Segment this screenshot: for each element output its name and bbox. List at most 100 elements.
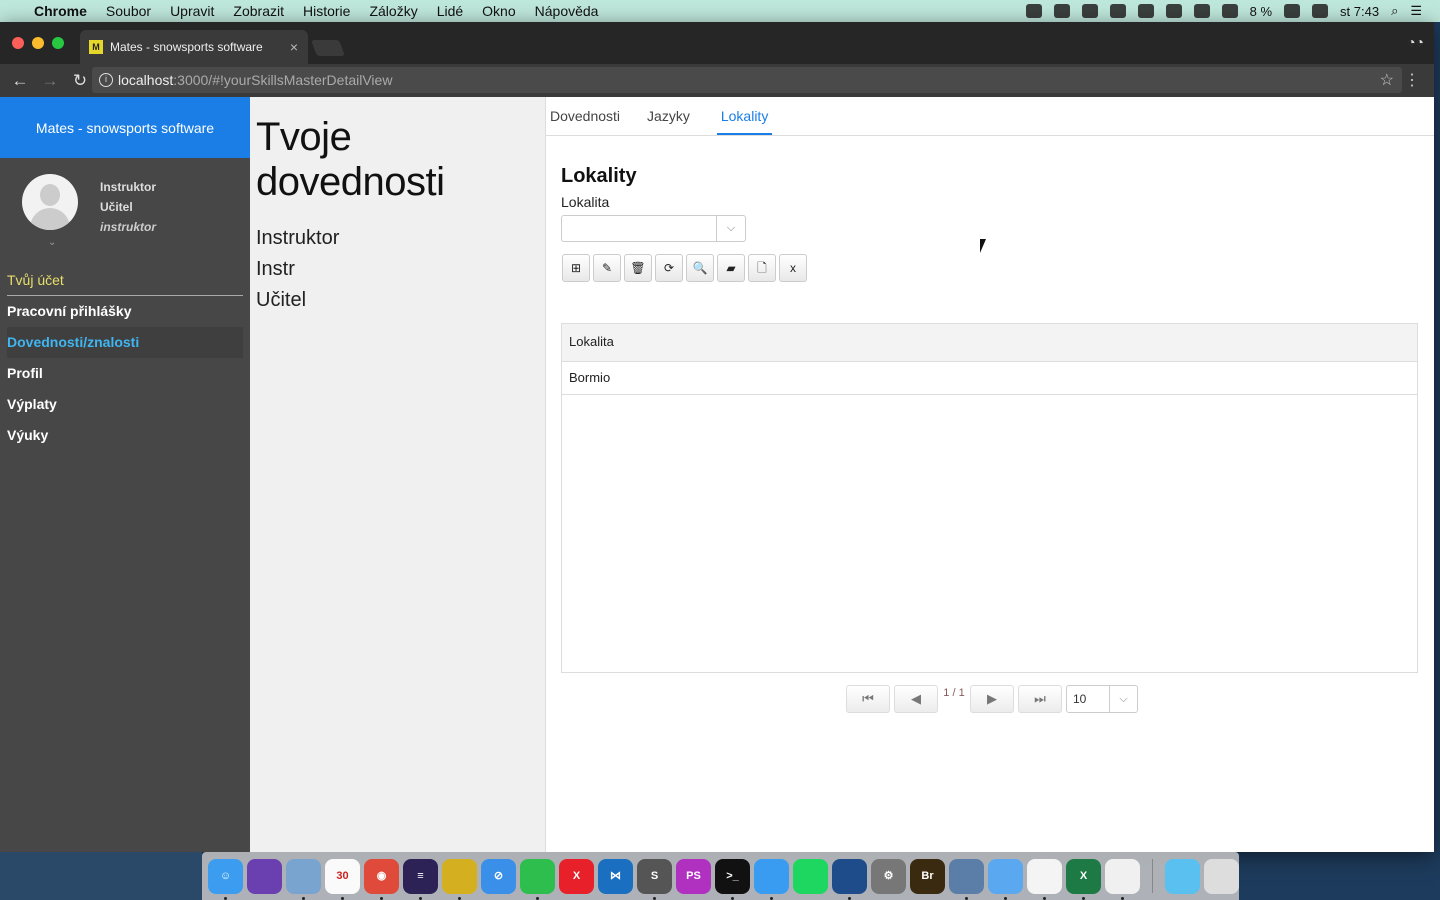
dock-app-terminal[interactable]: >_ <box>715 858 750 900</box>
input-flag-icon[interactable] <box>1312 4 1329 18</box>
dock-app-downloads[interactable] <box>1165 858 1200 894</box>
dock-app-java[interactable] <box>1105 858 1140 900</box>
excel-export-button[interactable]: x <box>779 254 807 282</box>
menu-4[interactable]: Záložky <box>369 3 417 19</box>
battery-icon[interactable] <box>1284 4 1301 18</box>
menu-3[interactable]: Historie <box>303 3 350 19</box>
forward-icon[interactable]: → <box>40 71 60 91</box>
creative-cloud-icon[interactable] <box>1109 4 1126 18</box>
dock-app-sourcetree[interactable] <box>832 858 867 900</box>
dock-app-vs-code[interactable]: ⋈ <box>598 858 633 894</box>
dock-app-system-preferences[interactable]: ⚙ <box>871 858 906 894</box>
sidebar-item[interactable]: Pracovní přihlášky <box>7 296 243 327</box>
chevron-down-icon[interactable]: ⌵ <box>1109 686 1137 712</box>
delete-button[interactable]: 🗑 <box>624 254 652 282</box>
sidebar-item[interactable]: Dovednosti/znalosti <box>7 327 243 358</box>
tableplus-tray-icon[interactable] <box>1053 4 1070 18</box>
favicon: M <box>89 40 103 54</box>
page-size-select[interactable]: 10 ⌵ <box>1066 685 1138 713</box>
menu-app[interactable]: Chrome <box>34 3 87 19</box>
menu-1[interactable]: Upravit <box>170 3 214 19</box>
sidebar-item[interactable]: Výuky <box>7 420 243 451</box>
battery-percent[interactable]: 8 % <box>1250 4 1272 19</box>
web-page: Mates - snowsports software Instruktor U… <box>0 97 1434 852</box>
menu-2[interactable]: Zobrazit <box>233 3 284 19</box>
table-row[interactable]: Bormio <box>562 362 1417 395</box>
dock-app-forklift[interactable] <box>442 858 477 900</box>
menu-0[interactable]: Soubor <box>106 3 151 19</box>
add-button[interactable]: ⊞ <box>562 254 590 282</box>
dock-app-excel[interactable]: X <box>1066 858 1101 900</box>
dock-app-xmind[interactable]: X <box>559 858 594 894</box>
dock-app-chrome[interactable]: ◉ <box>364 858 399 900</box>
desktop-background <box>0 852 202 900</box>
dock-app-acrobat[interactable] <box>1027 858 1062 900</box>
zoom-window-button[interactable] <box>52 37 64 49</box>
avatar[interactable] <box>22 174 78 230</box>
menu-7[interactable]: Nápověda <box>535 3 599 19</box>
dock-app-postgres[interactable] <box>949 858 984 900</box>
chrome-menu-icon[interactable]: ⋮ <box>1404 70 1420 90</box>
chevron-down-icon[interactable]: ⌄ <box>48 237 56 248</box>
address-bar[interactable]: i localhost :3000/#!yourSkillsMasterDeta… <box>92 67 1402 93</box>
dock-app-bridge[interactable]: Br <box>910 858 945 894</box>
sidebar-item[interactable]: Profil <box>7 358 243 389</box>
time-machine-icon[interactable] <box>1165 4 1182 18</box>
dock-app-lock[interactable] <box>988 858 1023 900</box>
column-header[interactable]: Lokalita <box>562 324 1417 362</box>
dock-app-sublime-text[interactable]: S <box>637 858 672 900</box>
spotlight-icon[interactable]: ⌕ <box>1391 3 1398 19</box>
dock-app-calendar[interactable]: 30 <box>325 858 360 900</box>
dock-app-spotify[interactable] <box>793 858 828 894</box>
dock-app-finder[interactable]: ☺ <box>208 858 243 900</box>
dock-app-trash[interactable] <box>1204 858 1239 894</box>
eraser-icon: ▰ <box>726 261 736 275</box>
reload-icon[interactable]: ↻ <box>70 71 90 91</box>
drive-icon[interactable] <box>1137 4 1154 18</box>
refresh-button[interactable]: ⟳ <box>655 254 683 282</box>
clock[interactable]: st 7:43 <box>1340 4 1379 19</box>
chevron-down-icon[interactable]: ⌵ <box>716 216 745 241</box>
info-icon[interactable]: i <box>99 73 113 87</box>
notification-center-icon[interactable]: ☰ <box>1410 3 1422 19</box>
last-page-button[interactable]: ⏭ <box>1018 685 1062 713</box>
dock-app-evernote[interactable] <box>520 858 555 900</box>
dock-app-safari[interactable]: ⊘ <box>481 858 516 894</box>
back-icon[interactable]: ← <box>10 71 30 91</box>
eraser-button[interactable]: ▰ <box>717 254 745 282</box>
menu-6[interactable]: Okno <box>482 3 515 19</box>
dock-app-preview[interactable] <box>286 858 321 900</box>
url-path: :3000/#!yourSkillsMasterDetailView <box>173 72 393 88</box>
locations-grid: Lokalita Bormio <box>561 323 1418 673</box>
tab-lokality[interactable]: Lokality <box>716 97 773 135</box>
next-page-button[interactable]: ▶ <box>970 685 1014 713</box>
dock-app-siri[interactable] <box>247 858 282 894</box>
new-tab-button[interactable] <box>311 40 345 56</box>
close-tab-icon[interactable]: × <box>290 39 298 55</box>
sidebar-item[interactable]: Výplaty <box>7 389 243 420</box>
tab-jazyky[interactable]: Jazyky <box>647 97 690 135</box>
location-combobox[interactable]: ⌵ <box>561 215 746 242</box>
minimize-window-button[interactable] <box>32 37 44 49</box>
dock-app-tableplus[interactable] <box>754 858 789 900</box>
brand-header[interactable]: Mates - snowsports software <box>0 97 250 158</box>
search-button[interactable]: 🔍 <box>686 254 714 282</box>
tab-bar: Dovednosti Jazyky Lokality <box>546 97 1434 136</box>
prev-page-button[interactable]: ◀ <box>894 685 938 713</box>
tab-dovednosti[interactable]: Dovednosti <box>550 97 620 135</box>
dock-app-phpstorm[interactable]: PS <box>676 858 711 894</box>
evernote-tray-icon[interactable] <box>1025 4 1042 18</box>
close-window-button[interactable] <box>12 37 24 49</box>
wifi-icon[interactable] <box>1193 4 1210 18</box>
first-page-button[interactable]: ⏮ <box>846 685 890 713</box>
pager: ⏮ ◀ 1 / 1 ▶ ⏭ 10 ⌵ <box>846 685 1138 713</box>
bookmark-star-icon[interactable]: ☆ <box>1380 70 1394 90</box>
glasses-icon[interactable] <box>1081 4 1098 18</box>
dock-app-eclipse[interactable]: ≡ <box>403 858 438 900</box>
page-title: Tvoje dovednosti <box>256 115 445 204</box>
airplay-icon[interactable] <box>1221 4 1238 18</box>
file-button[interactable]: 🗋 <box>748 254 776 282</box>
edit-button[interactable]: ✎ <box>593 254 621 282</box>
browser-tab[interactable]: M Mates - snowsports software × <box>80 30 308 64</box>
menu-5[interactable]: Lidé <box>437 3 463 19</box>
